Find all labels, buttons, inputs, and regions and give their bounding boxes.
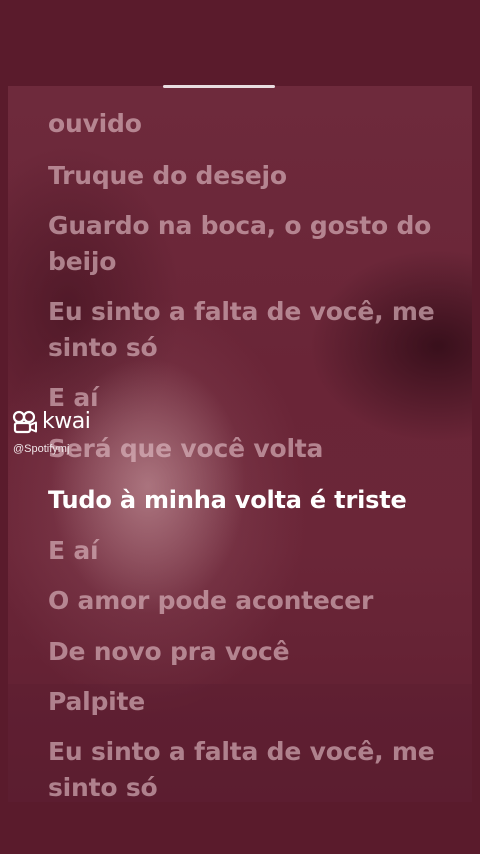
lyric-line[interactable]: Eu sinto a falta de você, me sinto só — [48, 734, 448, 802]
lyric-line[interactable]: Será que você volta — [48, 431, 448, 467]
kwai-brand-name: kwai — [42, 409, 91, 434]
lyric-line[interactable]: Guardo na boca, o gosto do beijo — [48, 208, 448, 280]
lyric-line[interactable]: Truque do desejo — [48, 158, 448, 194]
kwai-logo-icon — [12, 410, 37, 434]
kwai-user-handle: @Spotifymj — [13, 443, 70, 455]
lyric-line[interactable]: ouvido — [48, 106, 448, 142]
lyric-line[interactable]: E aí — [48, 533, 448, 569]
lyric-line[interactable]: De novo pra você — [48, 634, 448, 670]
kwai-watermark: kwai — [12, 409, 91, 434]
lyric-line[interactable]: O amor pode acontecer — [48, 583, 448, 619]
lyrics-view[interactable]: ouvido Truque do desejo Guardo na boca, … — [0, 86, 480, 802]
lyric-line-current[interactable]: Tudo à minha volta é triste — [48, 482, 448, 518]
lyric-line[interactable]: E aí — [48, 380, 448, 416]
lyric-line[interactable]: Eu sinto a falta de você, me sinto só — [48, 294, 448, 366]
lyric-line[interactable]: Palpite — [48, 684, 448, 720]
